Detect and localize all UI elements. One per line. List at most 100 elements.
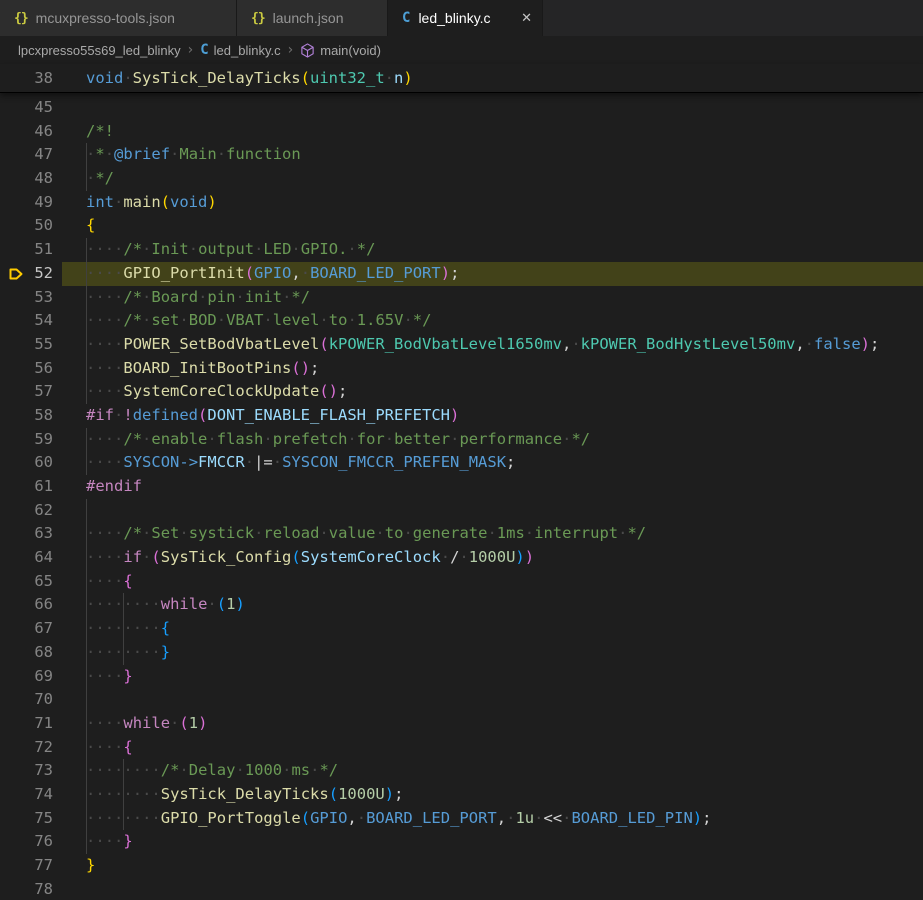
- line-number[interactable]: 77: [0, 854, 53, 878]
- line-number[interactable]: 49: [0, 191, 53, 215]
- code-token: ,: [347, 809, 356, 827]
- line-number[interactable]: 55: [0, 333, 53, 357]
- whitespace-dot: ·: [347, 240, 356, 258]
- code-line-65: 65 ····{: [0, 570, 923, 594]
- code-line-content[interactable]: }: [86, 854, 95, 878]
- line-number[interactable]: 58: [0, 404, 53, 428]
- code-line-content[interactable]: ····/*·Set·systick·reload·value·to·gener…: [86, 522, 646, 546]
- code-line-content[interactable]: ····while·(1): [86, 712, 207, 736]
- tab-launch-json[interactable]: {}launch.json: [237, 0, 388, 36]
- code-token: ): [693, 809, 702, 827]
- code-line-content[interactable]: #if·!defined(DONT_ENABLE_FLASH_PREFETCH): [86, 404, 459, 428]
- line-number[interactable]: 61: [0, 475, 53, 499]
- code-line-content[interactable]: ····GPIO_PortInit(GPIO,·BOARD_LED_PORT);: [86, 262, 459, 286]
- code-line-content[interactable]: {: [86, 214, 95, 238]
- breadcrumb-item-main-void-[interactable]: main(void): [300, 43, 381, 58]
- close-icon[interactable]: ✕: [511, 11, 532, 26]
- line-number[interactable]: 53: [0, 286, 53, 310]
- code-line-content[interactable]: ········{: [86, 617, 170, 641]
- code-token: |=: [254, 453, 273, 471]
- line-number[interactable]: 78: [0, 878, 53, 900]
- code-token: 1000U: [469, 548, 516, 566]
- code-line-content[interactable]: int·main(void): [86, 191, 217, 215]
- whitespace-dot: ·: [86, 761, 95, 779]
- line-number[interactable]: 67: [0, 617, 53, 641]
- code-token: SystemCoreClock: [301, 548, 441, 566]
- code-token: (: [217, 595, 226, 613]
- code-line-content[interactable]: ····/*·enable·flash·prefetch·for·better·…: [86, 428, 590, 452]
- line-number[interactable]: 48: [0, 167, 53, 191]
- line-number[interactable]: 68: [0, 641, 53, 665]
- code-token: int: [86, 193, 114, 211]
- line-number[interactable]: 50: [0, 214, 53, 238]
- whitespace-dot: ·: [114, 714, 123, 732]
- line-number[interactable]: 66: [0, 593, 53, 617]
- code-line-content[interactable]: ········SysTick_DelayTicks(1000U);: [86, 783, 403, 807]
- code-token: GPIO: [254, 264, 291, 282]
- line-number[interactable]: 45: [0, 96, 53, 120]
- whitespace-dot: ·: [487, 524, 496, 542]
- sticky-line-content[interactable]: void·SysTick_DelayTicks(uint32_t·n): [86, 64, 413, 92]
- line-number[interactable]: 59: [0, 428, 53, 452]
- line-number[interactable]: 54: [0, 309, 53, 333]
- line-number[interactable]: 51: [0, 238, 53, 262]
- line-number[interactable]: 46: [0, 120, 53, 144]
- code-line-content[interactable]: ····if·(SysTick_Config(SystemCoreClock·/…: [86, 546, 534, 570]
- line-number[interactable]: 72: [0, 736, 53, 760]
- line-number[interactable]: 70: [0, 688, 53, 712]
- line-number[interactable]: 65: [0, 570, 53, 594]
- line-number[interactable]: 69: [0, 665, 53, 689]
- line-number[interactable]: 62: [0, 499, 53, 523]
- code-line-content[interactable]: ····/*·set·BOD·VBAT·level·to·1.65V·*/: [86, 309, 431, 333]
- code-line-content[interactable]: ····{: [86, 570, 133, 594]
- code-line-content[interactable]: /*!: [86, 120, 114, 144]
- breadcrumb-item-lpcxpresso55s69-led-blinky[interactable]: lpcxpresso55s69_led_blinky: [18, 43, 181, 58]
- line-number[interactable]: 75: [0, 807, 53, 831]
- code-line-content[interactable]: #endif: [86, 475, 142, 499]
- code-line-content[interactable]: ·*·@brief·Main·function: [86, 143, 301, 167]
- line-number[interactable]: 57: [0, 380, 53, 404]
- line-number[interactable]: 52: [0, 262, 53, 286]
- whitespace-dot: ·: [105, 311, 114, 329]
- line-number[interactable]: 76: [0, 830, 53, 854]
- line-number[interactable]: 56: [0, 357, 53, 381]
- vscode-editor-window: {}mcuxpresso-tools.json{}launch.jsonCled…: [0, 0, 923, 900]
- code-line-content[interactable]: ····/*·Init·output·LED·GPIO.·*/: [86, 238, 375, 262]
- breadcrumb-item-led-blinky-c[interactable]: Cled_blinky.c: [200, 42, 280, 58]
- code-token: (: [179, 714, 188, 732]
- line-number[interactable]: 74: [0, 783, 53, 807]
- code-line-content[interactable]: ·*/: [86, 167, 114, 191]
- whitespace-dot: ·: [385, 69, 394, 87]
- whitespace-dot: ·: [123, 761, 132, 779]
- tab-led-blinky-c[interactable]: Cled_blinky.c✕: [388, 0, 543, 36]
- code-line-content[interactable]: ····SYSCON->FMCCR·|=·SYSCON_FMCCR_PREFEN…: [86, 451, 515, 475]
- code-line-content[interactable]: ····SystemCoreClockUpdate();: [86, 380, 347, 404]
- whitespace-dot: ·: [142, 785, 151, 803]
- code-line-content[interactable]: ········GPIO_PortToggle(GPIO,·BOARD_LED_…: [86, 807, 711, 831]
- code-token: pin: [207, 288, 235, 306]
- code-line-content[interactable]: ····}: [86, 830, 133, 854]
- code-line-content[interactable]: ········}: [86, 641, 170, 665]
- code-line-content[interactable]: ····/*·Board·pin·init·*/: [86, 286, 310, 310]
- whitespace-dot: ·: [114, 240, 123, 258]
- code-token: performance: [459, 430, 562, 448]
- code-line-content[interactable]: ····{: [86, 736, 133, 760]
- code-line-content[interactable]: ····BOARD_InitBootPins();: [86, 357, 319, 381]
- whitespace-dot: ·: [105, 145, 114, 163]
- line-number[interactable]: 60: [0, 451, 53, 475]
- line-number[interactable]: 63: [0, 522, 53, 546]
- whitespace-dot: ·: [105, 430, 114, 448]
- line-number[interactable]: 47: [0, 143, 53, 167]
- code-line-content[interactable]: ········while·(1): [86, 593, 245, 617]
- code-line-content[interactable]: ········/*·Delay·1000·ms·*/: [86, 759, 338, 783]
- line-number[interactable]: 64: [0, 546, 53, 570]
- code-line-content[interactable]: ····POWER_SetBodVbatLevel(kPOWER_BodVbat…: [86, 333, 879, 357]
- line-number[interactable]: 73: [0, 759, 53, 783]
- sticky-scroll-line[interactable]: 38void·SysTick_DelayTicks(uint32_t·n): [0, 64, 923, 93]
- whitespace-dot: ·: [95, 714, 104, 732]
- code-line-content[interactable]: ····}: [86, 665, 133, 689]
- whitespace-dot: ·: [105, 761, 114, 779]
- line-number[interactable]: 71: [0, 712, 53, 736]
- code-token: systick: [189, 524, 254, 542]
- tab-mcuxpresso-tools-json[interactable]: {}mcuxpresso-tools.json: [0, 0, 237, 36]
